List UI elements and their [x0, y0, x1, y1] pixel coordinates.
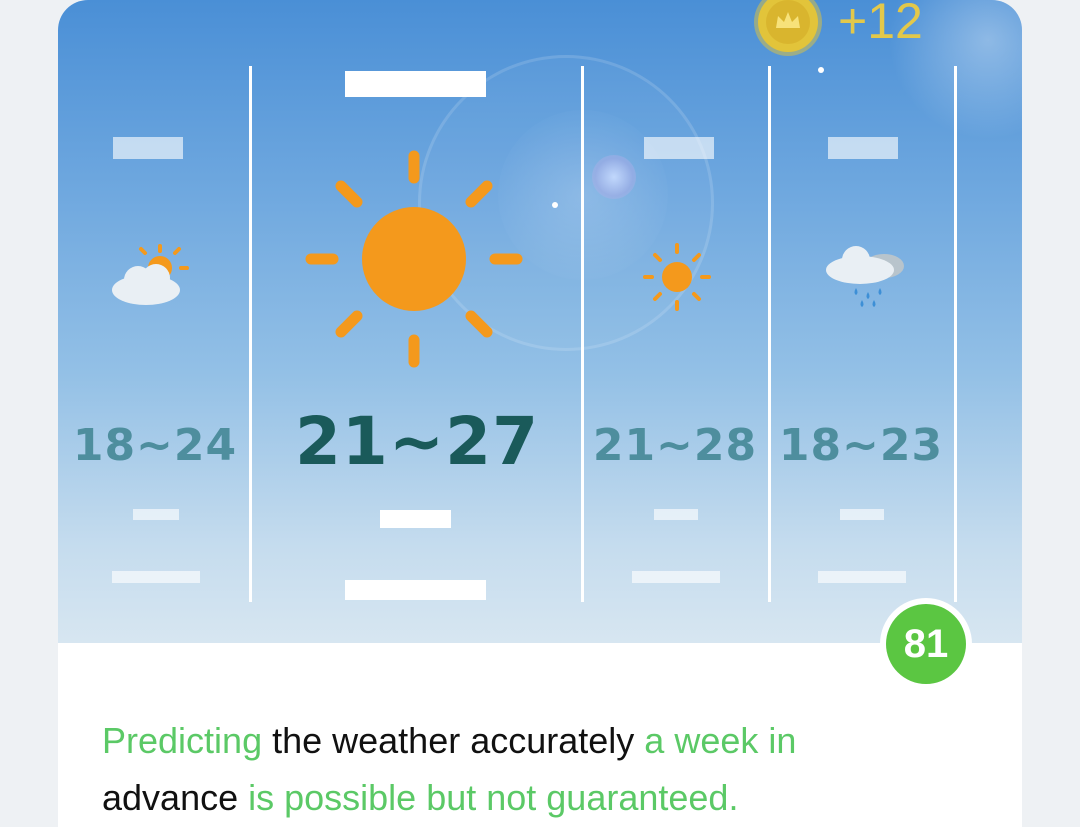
- fact-text: advance: [102, 777, 239, 818]
- wind-placeholder: [632, 571, 720, 583]
- forecast-panel: 18~24 21~27 21~28 18~23: [58, 0, 1022, 643]
- sparkle: [818, 67, 824, 73]
- day-name-placeholder: [113, 137, 183, 159]
- temperature-range: 18~24: [72, 420, 238, 471]
- sun-icon: [643, 243, 711, 311]
- sun-icon: [305, 150, 523, 368]
- sparkle: [552, 202, 558, 208]
- fact-text: the weather accurately: [262, 720, 645, 761]
- temperature-range: 21~27: [295, 403, 539, 480]
- partly-cloudy-icon: [112, 244, 189, 305]
- fact-highlight: Predicting: [102, 720, 263, 761]
- weather-fact-text: Predicting the weather accurately a week…: [102, 712, 982, 826]
- column-divider: [768, 66, 771, 602]
- column-divider: [581, 66, 584, 602]
- day-name-placeholder: [345, 71, 486, 97]
- condition-placeholder: [840, 509, 884, 520]
- condition-placeholder: [133, 509, 179, 520]
- score-badge: 81: [880, 598, 972, 690]
- score-value: 81: [886, 604, 966, 684]
- column-divider: [954, 66, 957, 602]
- condition-placeholder: [654, 509, 698, 520]
- condition-placeholder: [380, 510, 451, 528]
- column-divider: [249, 66, 252, 602]
- wind-placeholder: [345, 580, 486, 600]
- wind-placeholder: [818, 571, 906, 583]
- reward-label: +12: [838, 0, 923, 49]
- wind-placeholder: [112, 571, 200, 583]
- crown-icon: [766, 0, 810, 44]
- crown-coin-icon: [758, 0, 818, 52]
- lens-flare-dot: [592, 155, 636, 199]
- weather-card: 18~24 21~27 21~28 18~23 +12 81 Predictin…: [58, 0, 1022, 827]
- fact-highlight: is possible but not guaranteed.: [238, 777, 739, 818]
- fact-highlight: a week in: [644, 720, 797, 761]
- day-name-placeholder: [644, 137, 714, 159]
- rain-cloud-icon: [826, 246, 904, 307]
- temperature-range: 18~23: [778, 420, 944, 471]
- day-name-placeholder: [828, 137, 898, 159]
